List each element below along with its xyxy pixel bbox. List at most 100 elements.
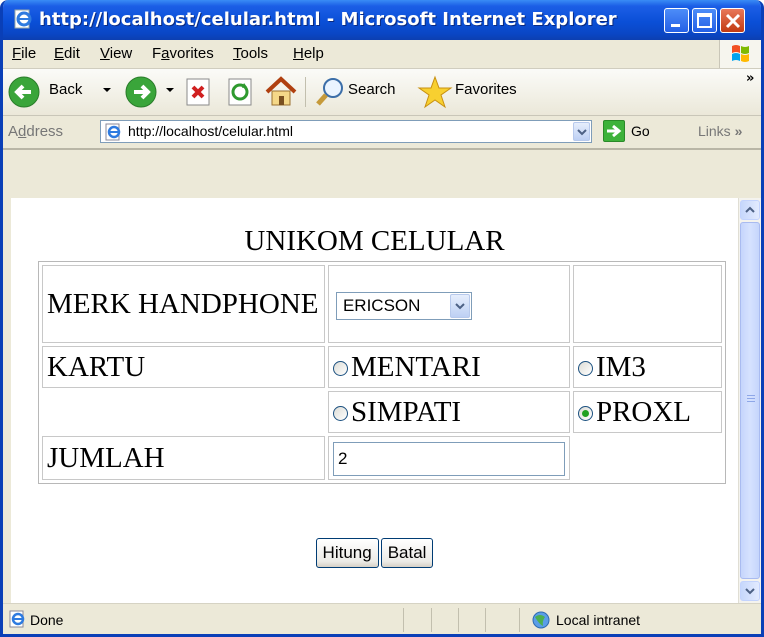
- menu-help[interactable]: Help: [293, 45, 324, 62]
- chevron-down-icon: [745, 588, 755, 595]
- kartu-label: KARTU: [42, 346, 325, 388]
- status-divider: [519, 608, 520, 632]
- browser-window: http://localhost/celular.html - Microsof…: [0, 0, 764, 637]
- address-label: Address: [8, 123, 64, 140]
- magnifier-icon: [316, 78, 343, 106]
- security-zone: Local intranet: [556, 612, 641, 628]
- refresh-icon: [228, 78, 252, 106]
- jumlah-label: JUMLAH: [42, 436, 325, 480]
- intranet-globe-icon: [532, 611, 550, 629]
- windows-logo: [719, 40, 761, 68]
- order-form-table: MERK HANDPHONE ERICSON KARTU MENTARI IM3: [38, 261, 726, 484]
- status-divider: [403, 608, 404, 632]
- search-label[interactable]: Search: [348, 81, 396, 98]
- standard-toolbar: Back Search Favorites »: [3, 69, 761, 116]
- go-label[interactable]: Go: [631, 123, 650, 139]
- menu-tools[interactable]: Tools: [233, 45, 268, 62]
- jumlah-input[interactable]: 2: [332, 441, 565, 476]
- menu-file[interactable]: File: [12, 45, 36, 62]
- radio-label: IM3: [595, 350, 646, 383]
- forward-button[interactable]: [124, 75, 158, 109]
- back-arrow-icon: [8, 76, 40, 108]
- radio-button[interactable]: [577, 361, 593, 377]
- home-icon: [265, 76, 297, 106]
- back-label[interactable]: Back: [49, 81, 82, 98]
- status-divider: [431, 608, 432, 632]
- menu-favorites[interactable]: Favorites: [152, 45, 214, 62]
- page-content: UNIKOM CELULAR MERK HANDPHONE ERICSON KA…: [11, 198, 738, 603]
- vertical-scrollbar[interactable]: [738, 198, 761, 603]
- back-dropdown-icon[interactable]: [103, 88, 111, 92]
- page-title: UNIKOM CELULAR: [244, 225, 505, 257]
- title-bar[interactable]: http://localhost/celular.html - Microsof…: [3, 0, 761, 40]
- merk-cell: ERICSON: [327, 265, 570, 343]
- links-overflow[interactable]: »: [735, 123, 743, 139]
- grip-line: [747, 395, 755, 396]
- status-bar: Done Local intranet: [3, 603, 761, 634]
- button-row: Hitung Batal: [11, 538, 738, 568]
- status-divider: [458, 608, 459, 632]
- radio-option-mentari[interactable]: MENTARI: [327, 346, 570, 388]
- status-text: Done: [30, 612, 64, 628]
- jumlah-cell: 2: [327, 436, 570, 480]
- favorites-label[interactable]: Favorites: [455, 81, 517, 98]
- stop-button[interactable]: [183, 75, 213, 109]
- grip-line: [747, 401, 755, 402]
- select-dropdown-button[interactable]: [449, 293, 470, 318]
- menu-view[interactable]: View: [100, 45, 132, 62]
- go-arrow-icon: [607, 124, 622, 138]
- status-divider: [485, 608, 486, 632]
- scroll-thumb[interactable]: [740, 222, 760, 579]
- scroll-down-button[interactable]: [740, 581, 760, 601]
- radio-button[interactable]: [332, 406, 348, 422]
- hitung-button[interactable]: Hitung: [315, 538, 379, 568]
- address-input[interactable]: http://localhost/celular.html: [100, 120, 592, 143]
- radio-option-simpati[interactable]: SIMPATI: [327, 391, 570, 433]
- radio-option-proxl[interactable]: PROXL: [572, 391, 722, 433]
- radio-option-im3[interactable]: IM3: [572, 346, 722, 388]
- address-bar: Address http://localhost/celular.html Go…: [3, 116, 761, 150]
- minimize-button[interactable]: [664, 8, 689, 33]
- home-button[interactable]: [263, 75, 297, 109]
- merk-select[interactable]: ERICSON: [335, 291, 472, 320]
- grip-line: [747, 398, 755, 399]
- scroll-up-button[interactable]: [740, 200, 760, 220]
- forward-arrow-icon: [125, 76, 157, 108]
- empty-cell: [42, 391, 325, 433]
- address-url[interactable]: http://localhost/celular.html: [128, 123, 293, 139]
- radio-button-checked[interactable]: [577, 406, 593, 422]
- table-row: JUMLAH 2: [42, 436, 722, 480]
- merk-selected-value: ERICSON: [342, 295, 421, 315]
- chevron-down-icon: [577, 129, 587, 136]
- search-button[interactable]: [313, 75, 349, 109]
- windows-flag-icon: [732, 45, 749, 62]
- radio-label: SIMPATI: [350, 395, 462, 428]
- chevron-down-icon: [455, 303, 465, 310]
- table-row: MERK HANDPHONE ERICSON: [42, 265, 722, 343]
- forward-dropdown-icon[interactable]: [166, 88, 174, 92]
- go-button[interactable]: [603, 120, 625, 142]
- maximize-button[interactable]: [692, 8, 717, 33]
- ie-page-icon: [9, 610, 25, 628]
- empty-cell: [572, 265, 722, 343]
- toolbar-overflow[interactable]: »: [746, 71, 754, 86]
- table-row: KARTU MENTARI IM3: [42, 346, 722, 388]
- radio-button[interactable]: [332, 361, 348, 377]
- empty-cell: [573, 436, 722, 480]
- batal-button[interactable]: Batal: [380, 538, 434, 568]
- menu-edit[interactable]: Edit: [54, 45, 80, 62]
- refresh-button[interactable]: [225, 75, 255, 109]
- star-icon: [417, 75, 453, 109]
- minimize-icon: [671, 24, 680, 27]
- stop-icon: [186, 78, 210, 106]
- menu-bar: File Edit View Favorites Tools Help: [3, 40, 761, 69]
- close-button[interactable]: [720, 8, 745, 33]
- toolbar-separator: [305, 77, 306, 107]
- address-dropdown-button[interactable]: [573, 122, 590, 141]
- merk-label: MERK HANDPHONE: [42, 265, 325, 343]
- favorites-button[interactable]: [417, 75, 453, 109]
- maximize-icon: [697, 13, 712, 28]
- table-row: SIMPATI PROXL: [42, 391, 722, 433]
- ie-page-icon: [14, 9, 32, 29]
- links-label[interactable]: Links »: [698, 123, 742, 139]
